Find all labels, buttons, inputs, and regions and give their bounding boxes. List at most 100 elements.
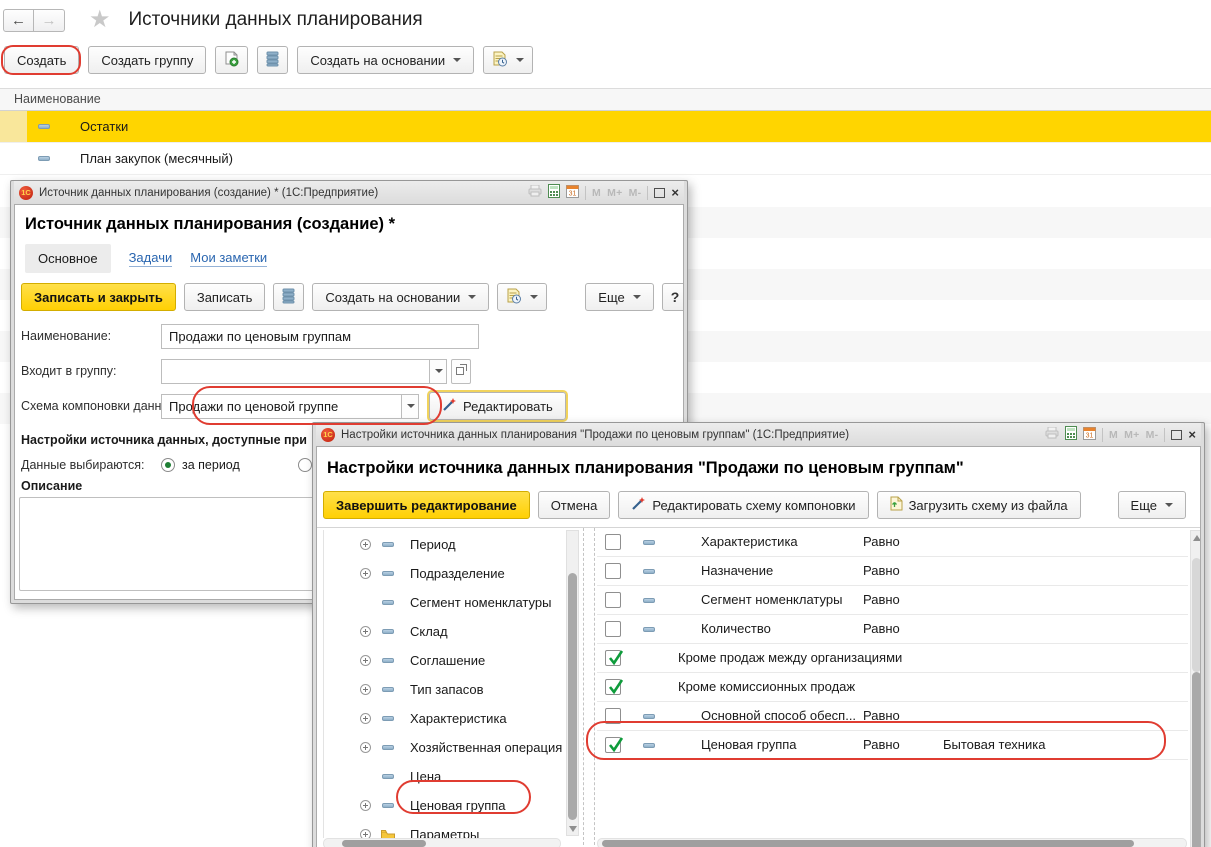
create-based-on-button[interactable]: Создать на основании [297, 46, 474, 74]
condition-checkbox[interactable] [605, 563, 621, 579]
expand-icon[interactable] [360, 742, 371, 753]
dialog-settings-titlebar[interactable]: 1С Настройки источника данных планирован… [316, 423, 1201, 446]
expand-icon[interactable] [360, 684, 371, 695]
finish-editing-button[interactable]: Завершить редактирование [323, 491, 530, 519]
name-input[interactable] [161, 324, 479, 349]
printer-icon[interactable] [528, 185, 542, 200]
create-button[interactable]: Создать [4, 46, 79, 74]
forward-button[interactable]: → [34, 9, 65, 32]
calculator-icon[interactable] [1065, 426, 1077, 443]
load-schema-from-file-button[interactable]: Загрузить схему из файла [877, 491, 1081, 519]
save-and-close-button[interactable]: Записать и закрыть [21, 283, 176, 311]
tree-item[interactable]: Характеристика [324, 704, 565, 733]
tab-my-notes[interactable]: Мои заметки [190, 250, 267, 267]
radio-second[interactable] [298, 458, 312, 472]
expand-icon[interactable] [360, 713, 371, 724]
create-based-on-button[interactable]: Создать на основании [312, 283, 489, 311]
tree-item[interactable]: Ценовая группа [324, 791, 565, 820]
scrollbar-thumb[interactable] [342, 840, 426, 847]
tree-item[interactable]: Сегмент номенклатуры [324, 588, 565, 617]
memory-m-button[interactable]: M [592, 187, 601, 199]
help-button[interactable]: ? [662, 283, 684, 311]
save-button[interactable]: Записать [184, 283, 266, 311]
condition-checkbox[interactable] [605, 679, 621, 695]
calendar-icon[interactable]: 31 [566, 184, 579, 201]
cancel-button[interactable]: Отмена [538, 491, 611, 519]
condition-checkbox[interactable] [605, 737, 621, 753]
dialog-create-titlebar[interactable]: 1С Источник данных планирования (создани… [14, 181, 684, 204]
group-choose-button[interactable] [451, 359, 471, 384]
condition-row[interactable]: Ценовая группа Равно Бытовая техника [597, 731, 1188, 760]
more-button[interactable]: Еще [1118, 491, 1186, 519]
printer-icon[interactable] [1045, 427, 1059, 442]
tree-item[interactable]: Склад [324, 617, 565, 646]
group-dropdown-button[interactable] [429, 359, 447, 384]
scrollbar-thumb[interactable] [602, 840, 1134, 847]
condition-row[interactable]: Характеристика Равно [597, 528, 1188, 557]
condition-checkbox[interactable] [605, 708, 621, 724]
expand-icon[interactable] [360, 626, 371, 637]
close-icon[interactable]: × [1188, 428, 1196, 441]
tree-item[interactable]: Соглашение [324, 646, 565, 675]
condition-checkbox[interactable] [605, 534, 621, 550]
condition-row[interactable]: Сегмент номенклатуры Равно [597, 586, 1188, 615]
tree-vertical-scrollbar[interactable] [566, 530, 579, 836]
more-button[interactable]: Еще [585, 283, 653, 311]
list-view-button[interactable] [257, 46, 288, 74]
favorite-star-icon[interactable]: ★ [89, 8, 111, 32]
tree-item[interactable]: Тип запасов [324, 675, 565, 704]
close-icon[interactable]: × [671, 186, 679, 199]
memory-mplus-button[interactable]: M+ [1124, 429, 1139, 441]
condition-row[interactable]: Кроме продаж между организациями [597, 644, 1188, 673]
scrollbar-thumb[interactable] [568, 573, 577, 820]
expand-icon[interactable] [360, 829, 371, 838]
schema-input[interactable] [161, 394, 401, 419]
maximize-icon[interactable] [654, 188, 665, 198]
tab-main[interactable]: Основное [25, 244, 111, 273]
new-item-copy-button[interactable] [215, 46, 248, 74]
memory-mplus-button[interactable]: M+ [607, 187, 622, 199]
calculator-icon[interactable] [548, 184, 560, 201]
group-input[interactable] [161, 359, 429, 384]
expand-icon[interactable] [360, 800, 371, 811]
condition-row[interactable]: Назначение Равно [597, 557, 1188, 586]
expand-icon[interactable] [360, 539, 371, 550]
condition-checkbox[interactable] [605, 621, 621, 637]
edit-composition-schema-button[interactable]: Редактировать схему компоновки [618, 491, 868, 519]
condition-row[interactable]: Количество Равно [597, 615, 1188, 644]
tree-item[interactable]: Цена [324, 762, 565, 791]
memory-mminus-button[interactable]: M- [1146, 429, 1159, 441]
tree-horizontal-scrollbar[interactable] [323, 838, 561, 847]
condition-checkbox[interactable] [605, 650, 621, 666]
doc-clock-dropdown-button[interactable] [497, 283, 547, 311]
tree-item[interactable]: Период [324, 530, 565, 559]
tab-tasks[interactable]: Задачи [129, 250, 173, 267]
doc-clock-dropdown-button[interactable] [483, 46, 533, 74]
table-row[interactable]: Остатки [0, 111, 1211, 143]
tree-item[interactable]: Хозяйственная операция [324, 733, 565, 762]
maximize-icon[interactable] [1171, 430, 1182, 440]
schema-dropdown-button[interactable] [401, 394, 419, 419]
create-group-button[interactable]: Создать группу [88, 46, 206, 74]
edit-schema-button[interactable]: Редактировать [429, 392, 566, 420]
table-header-name-column[interactable]: Наименование [0, 88, 1211, 111]
expand-icon[interactable] [360, 655, 371, 666]
conditions-horizontal-scrollbar[interactable] [597, 838, 1187, 847]
memory-mminus-button[interactable]: M- [629, 187, 642, 199]
panel-splitter[interactable] [583, 528, 595, 847]
scroll-down-icon[interactable] [569, 826, 577, 832]
expand-icon[interactable] [360, 568, 371, 579]
calendar-icon[interactable]: 31 [1083, 426, 1096, 443]
conditions-vertical-scrollbar[interactable] [1190, 530, 1201, 847]
scrollbar-thumb-light[interactable] [1192, 558, 1201, 672]
tree-item[interactable]: Подразделение [324, 559, 565, 588]
scrollbar-thumb[interactable] [1192, 672, 1201, 847]
condition-row[interactable]: Кроме комиссионных продаж [597, 673, 1188, 702]
list-view-button[interactable] [273, 283, 304, 311]
radio-for-period[interactable] [161, 458, 175, 472]
back-button[interactable]: ← [3, 9, 34, 32]
tree-item[interactable]: Параметры [324, 820, 565, 838]
scroll-up-icon[interactable] [1193, 535, 1201, 541]
memory-m-button[interactable]: M [1109, 429, 1118, 441]
condition-checkbox[interactable] [605, 592, 621, 608]
